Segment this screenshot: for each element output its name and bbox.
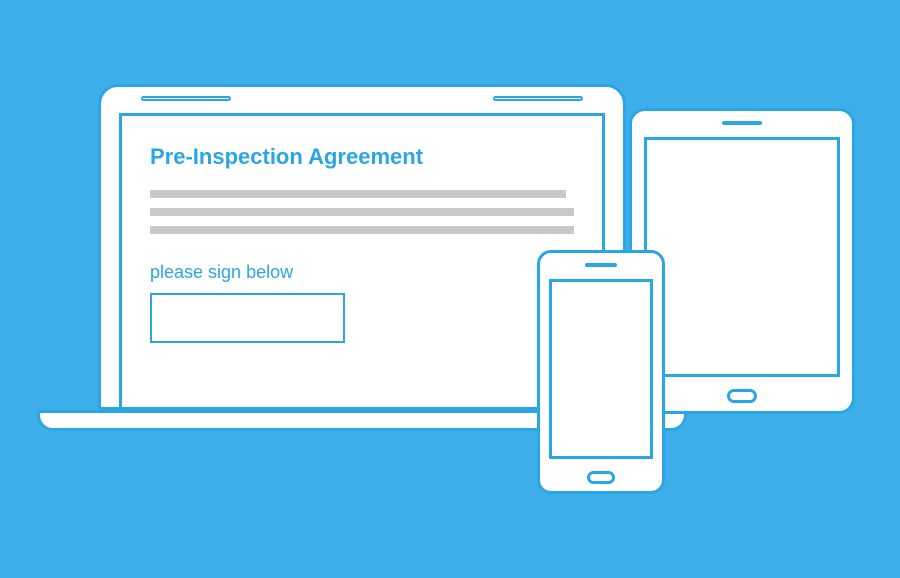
document-title: Pre-Inspection Agreement xyxy=(150,144,574,170)
device-illustration: Pre-Inspection Agreement please sign bel… xyxy=(0,0,900,578)
phone-speaker-icon xyxy=(585,263,617,267)
body-text-placeholder xyxy=(150,226,574,234)
signature-input[interactable] xyxy=(150,293,345,343)
body-text-placeholder xyxy=(150,190,566,198)
laptop-screen: Pre-Inspection Agreement please sign bel… xyxy=(119,113,605,407)
laptop-speaker-left-icon xyxy=(141,96,231,101)
tablet-screen xyxy=(644,137,840,377)
signature-label: please sign below xyxy=(150,262,574,283)
laptop-speaker-right-icon xyxy=(493,96,583,101)
tablet-home-button[interactable] xyxy=(727,389,757,403)
phone-home-button[interactable] xyxy=(587,471,615,484)
tablet-speaker-icon xyxy=(722,121,762,125)
phone-device xyxy=(537,250,665,494)
phone-screen xyxy=(549,279,653,459)
body-text-placeholder xyxy=(150,208,574,216)
